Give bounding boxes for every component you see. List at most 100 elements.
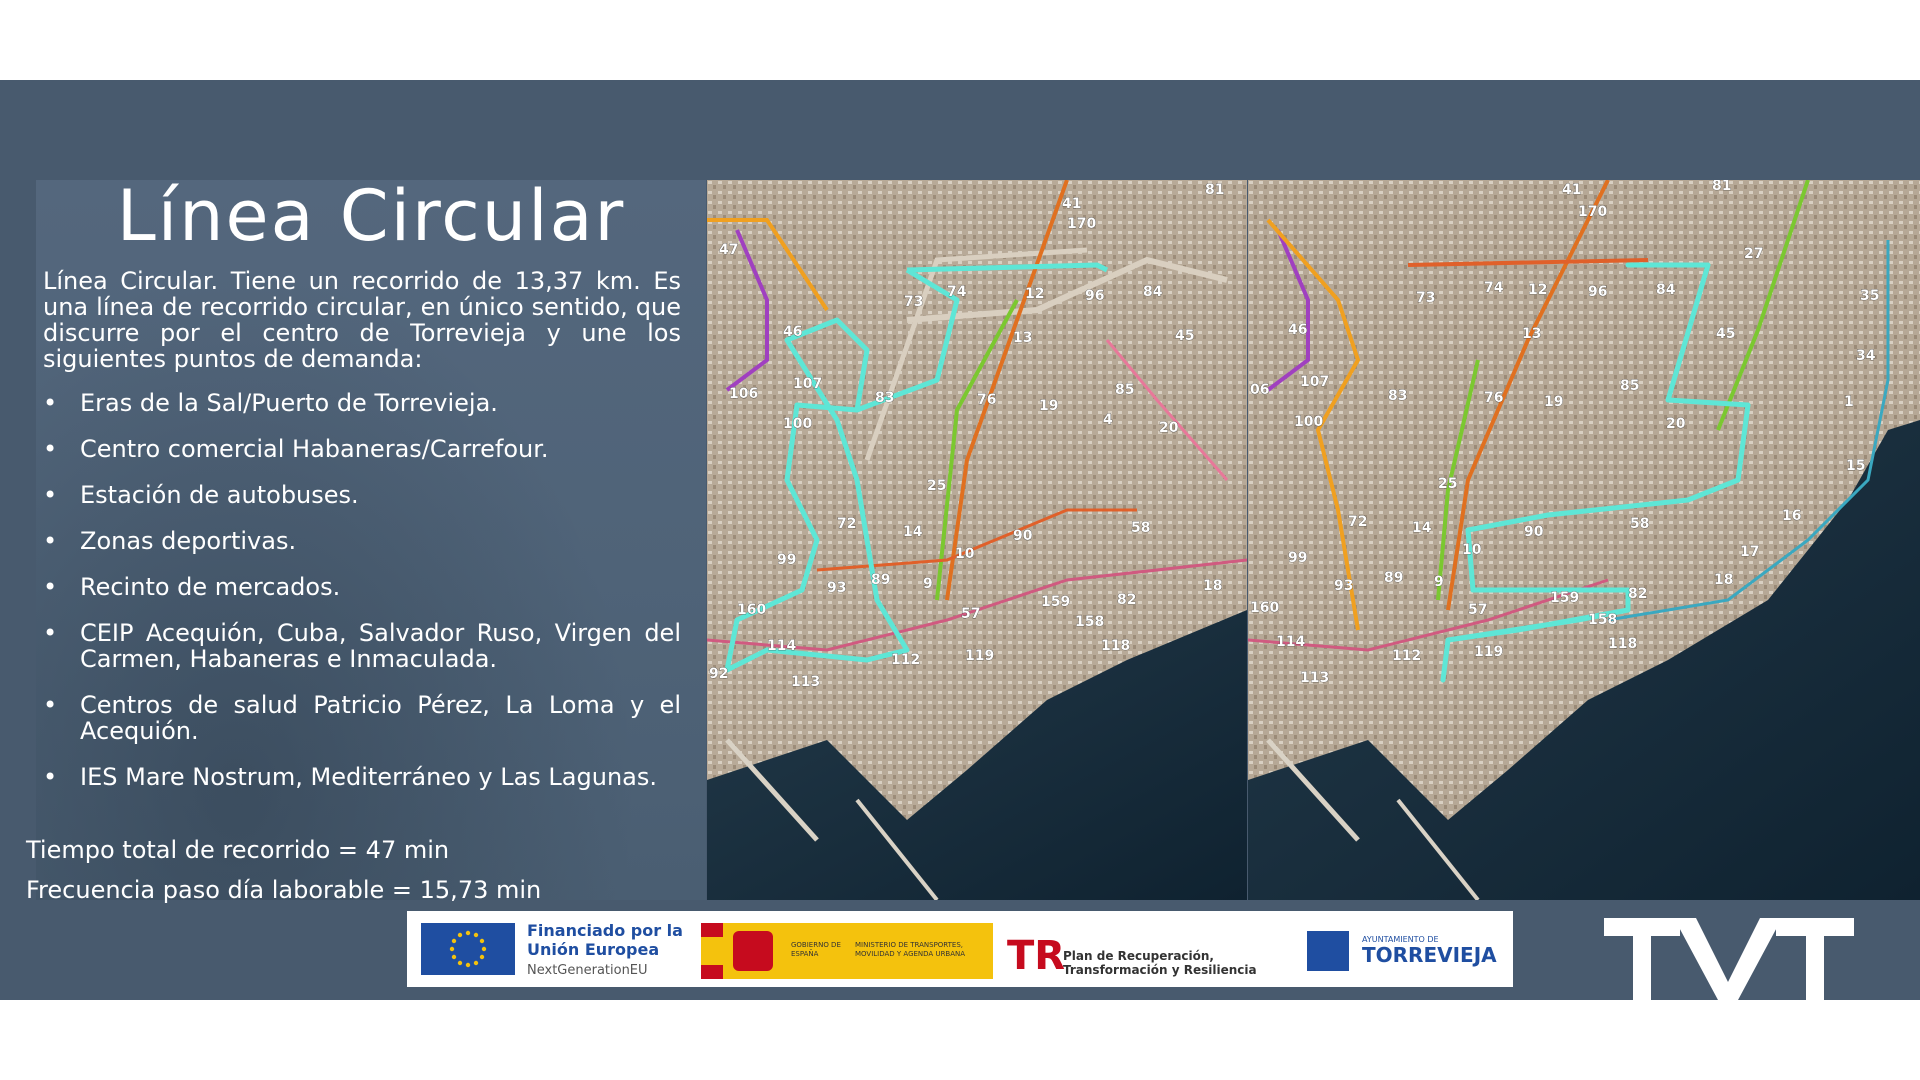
map-right-canvas: 41 170 81 27 74 12 96 84 73 13 45 35 34 …	[1248, 180, 1920, 900]
stop-label: 73	[904, 294, 923, 310]
gobierno-text: GOBIERNO DE ESPAÑA	[791, 941, 841, 958]
stop-label: 89	[871, 572, 890, 588]
list-item-text: CEIP Acequión, Cuba, Salvador Ruso, Virg…	[80, 619, 681, 673]
stop-label: 14	[903, 524, 923, 540]
stop-label: 159	[1041, 594, 1070, 610]
stop-label: 41	[1062, 196, 1081, 212]
list-item: • Estación de autobuses.	[43, 482, 681, 508]
stop-label: 90	[1013, 528, 1033, 544]
stop-label: 81	[1205, 182, 1224, 198]
stop-label: 160	[1250, 600, 1279, 616]
stop-label: 160	[737, 602, 766, 618]
list-item: • CEIP Acequión, Cuba, Salvador Ruso, Vir…	[43, 620, 681, 672]
spain-government-logo: GOBIERNO DE ESPAÑA MINISTERIO DE TRANSPO…	[701, 923, 993, 979]
stop-label: 114	[1276, 634, 1305, 650]
stop-label: 113	[791, 674, 820, 690]
stop-label: 72	[837, 516, 856, 532]
stop-label: 18	[1714, 572, 1733, 588]
stop-label: 84	[1656, 282, 1676, 298]
eu-flag-icon	[421, 923, 515, 975]
stop-label: 19	[1544, 394, 1563, 410]
list-item-text: Centro comercial Habaneras/Carrefour.	[80, 435, 549, 463]
stop-label: 84	[1143, 284, 1163, 300]
stop-label: 85	[1115, 382, 1134, 398]
stop-label: 159	[1550, 590, 1579, 606]
total-time-text: Tiempo total de recorrido = 47 min	[26, 836, 450, 864]
stop-label: 83	[875, 390, 894, 406]
stop-label: 10	[955, 546, 975, 562]
stop-label: 41	[1562, 182, 1581, 198]
map-left-canvas: 41 170 81 47 73 74 12 96 84 46 13 45 106…	[707, 180, 1247, 900]
stop-label: 113	[1300, 670, 1329, 686]
ministerio-text: MINISTERIO DE TRANSPORTES, MOVILIDAD Y A…	[855, 941, 966, 958]
stop-label: 170	[1578, 204, 1607, 220]
list-item-text: Centros de salud Patricio Pérez, La Loma…	[80, 691, 681, 745]
spain-flag-icon	[701, 923, 723, 979]
stop-label: 118	[1101, 638, 1130, 654]
stop-label: 74	[947, 284, 967, 300]
stop-label: 19	[1039, 398, 1058, 414]
stop-label: 107	[1300, 374, 1329, 390]
spain-coat-of-arms-icon	[733, 931, 773, 971]
stop-label: 06	[1250, 382, 1269, 398]
stop-label: 57	[961, 606, 980, 622]
stop-label: 100	[1294, 414, 1323, 430]
stop-label: 82	[1117, 592, 1136, 608]
route-map-right: 41 170 81 27 74 12 96 84 73 13 45 35 34 …	[1248, 180, 1920, 900]
stop-label: 46	[1288, 322, 1307, 338]
torrevieja-shield-icon	[1307, 931, 1349, 971]
stop-label: 25	[927, 478, 946, 494]
stop-label: 14	[1412, 520, 1432, 536]
stop-label: 170	[1067, 216, 1096, 232]
stop-label: 12	[1528, 282, 1547, 298]
list-item-text: Eras de la Sal/Puerto de Torrevieja.	[80, 389, 498, 417]
stop-label: 96	[1085, 288, 1104, 304]
list-item: • Eras de la Sal/Puerto de Torrevieja.	[43, 390, 681, 416]
stop-label: 12	[1025, 286, 1044, 302]
stop-label: 9	[923, 576, 933, 592]
stop-label: 118	[1608, 636, 1637, 652]
stop-label: 82	[1628, 586, 1647, 602]
stop-label: 47	[719, 242, 738, 258]
tvt-logo-icon	[1604, 918, 1854, 1000]
stop-label: 20	[1159, 420, 1179, 436]
eu-funding-title: Financiado por la Unión Europea	[527, 921, 683, 959]
stop-label: 18	[1203, 578, 1222, 594]
stop-label: 45	[1175, 328, 1194, 344]
prtr-logo-icon: TR	[1007, 933, 1066, 979]
stop-label: 99	[777, 552, 796, 568]
stop-label: 58	[1630, 516, 1649, 532]
stop-label: 17	[1740, 544, 1759, 560]
stop-label: 35	[1860, 288, 1879, 304]
tvt-logo	[1604, 918, 1854, 1000]
bullet-marker: •	[43, 573, 58, 601]
bullet-marker: •	[43, 435, 58, 463]
bullet-marker: •	[43, 619, 58, 647]
stop-label: 92	[709, 666, 728, 682]
slide-title: Línea Circular	[116, 175, 626, 257]
stop-label: 25	[1438, 476, 1457, 492]
list-item: • Recinto de mercados.	[43, 574, 681, 600]
stop-label: 112	[891, 652, 920, 668]
stop-label: 20	[1666, 416, 1686, 432]
stop-label: 96	[1588, 284, 1607, 300]
stop-label: 15	[1846, 458, 1865, 474]
stop-label: 119	[965, 648, 994, 664]
stop-label: 13	[1522, 326, 1541, 342]
intro-paragraph: Línea Circular. Tiene un recorrido de 13…	[43, 267, 681, 373]
demand-points-list: • Eras de la Sal/Puerto de Torrevieja. • C…	[43, 390, 681, 810]
stop-label: 10	[1462, 542, 1482, 558]
stop-label: 106	[729, 386, 758, 402]
stop-label: 45	[1716, 326, 1735, 342]
list-item-text: Estación de autobuses.	[80, 481, 359, 509]
list-item-text: Recinto de mercados.	[80, 573, 341, 601]
stop-label: 1	[1844, 394, 1854, 410]
torrevieja-label: TORREVIEJA	[1362, 943, 1497, 967]
stop-label: 9	[1434, 574, 1444, 590]
route-map-left: 41 170 81 47 73 74 12 96 84 46 13 45 106…	[707, 180, 1247, 900]
stop-label: 16	[1782, 508, 1801, 524]
stop-label: 83	[1388, 388, 1407, 404]
stop-label: 107	[793, 376, 822, 392]
stop-label: 72	[1348, 514, 1367, 530]
stop-label: 27	[1744, 246, 1763, 262]
